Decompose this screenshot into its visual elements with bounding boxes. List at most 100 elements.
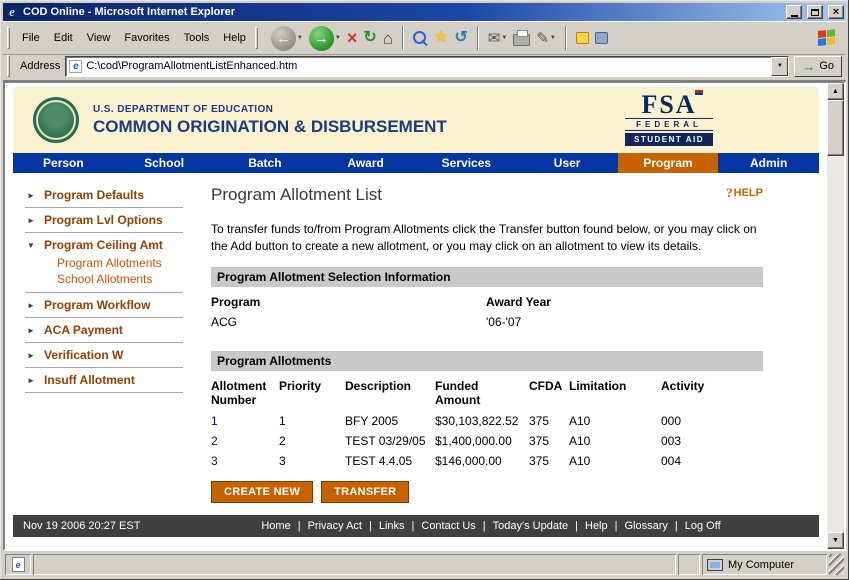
home-icon: ⌂ [383, 30, 393, 47]
mail-button[interactable]: ✉ ▼ [488, 31, 508, 46]
menu-tools[interactable]: Tools [177, 29, 217, 47]
maximize-button[interactable] [807, 5, 823, 19]
sidebar-item-verification-w[interactable]: ► Verification W [25, 343, 183, 368]
discuss-button[interactable] [576, 32, 589, 44]
cell-description: TEST 4.4.05 [345, 451, 435, 471]
primary-nav: Person School Batch Award Services User … [13, 153, 819, 173]
transfer-button[interactable]: TRANSFER [321, 481, 409, 503]
allotment-number-link[interactable]: 2 [211, 434, 218, 448]
ie-application-icon: e [5, 4, 19, 20]
footer-link-contact-us[interactable]: Contact Us [421, 520, 475, 532]
footer-link-links[interactable]: Links [379, 520, 405, 532]
scroll-up-icon: ▲ [832, 88, 839, 95]
sidebar-item-program-lvl-options[interactable]: ► Program Lvl Options [25, 208, 183, 233]
back-dropdown-icon[interactable]: ▼ [297, 35, 303, 41]
forward-dropdown-icon[interactable]: ▼ [335, 35, 341, 41]
sidebar-item-program-ceiling-amt-header[interactable]: ▼ Program Ceiling Amt [27, 238, 183, 252]
status-progress-pane [678, 554, 700, 575]
scroll-thumb[interactable] [827, 100, 844, 156]
vertical-scrollbar[interactable]: ▲ ▼ [827, 83, 844, 549]
collapsed-arrow-icon: ► [27, 301, 40, 310]
security-zone-pane: My Computer [702, 554, 827, 575]
go-button[interactable]: → Go [794, 56, 842, 77]
nav-tab-services[interactable]: Services [416, 153, 517, 173]
dept-name: U.S. DEPARTMENT OF EDUCATION [93, 104, 447, 115]
address-dropdown-icon: ▼ [777, 63, 783, 69]
address-dropdown-button[interactable]: ▼ [771, 57, 788, 76]
search-button[interactable] [413, 31, 428, 46]
scroll-up-button[interactable]: ▲ [827, 83, 844, 100]
history-icon: ↺ [454, 30, 467, 46]
toolbar-grip-2[interactable] [255, 27, 258, 49]
mail-dropdown-icon[interactable]: ▼ [501, 35, 507, 41]
cell-description: BFY 2005 [345, 411, 435, 431]
col-activity: Activity [661, 377, 763, 411]
address-input[interactable]: e C:\cod\ProgramAllotmentListEnhanced.ht… [65, 56, 789, 77]
help-link[interactable]: ? HELP [726, 185, 763, 201]
research-button[interactable] [595, 32, 608, 44]
history-button[interactable]: ↺ [454, 30, 467, 46]
sidebar: ► Program Defaults ► Program Lvl Options [13, 173, 189, 515]
sidebar-subitem-school-allotments[interactable]: School Allotments [57, 271, 183, 287]
footer-link-log-off[interactable]: Log Off [685, 520, 721, 532]
status-page-pane: e [5, 554, 31, 575]
home-button[interactable]: ⌂ [383, 30, 393, 47]
toolbar-grip[interactable] [7, 27, 10, 49]
col-priority: Priority [279, 377, 345, 411]
sidebar-item-program-defaults[interactable]: ► Program Defaults [25, 183, 183, 208]
allotments-section-header: Program Allotments [211, 351, 763, 371]
minimize-button[interactable] [786, 5, 802, 19]
nav-tab-person[interactable]: Person [13, 153, 114, 173]
create-new-button[interactable]: CREATE NEW [211, 481, 313, 503]
refresh-button[interactable]: ↻ [363, 30, 376, 46]
scrollbar-track[interactable] [827, 156, 844, 532]
scroll-down-button[interactable]: ▼ [827, 532, 844, 549]
footer-link-todays-update[interactable]: Today's Update [493, 520, 568, 532]
cell-limitation: A10 [569, 451, 661, 471]
footer-timestamp: Nov 19 2006 20:27 EST [13, 520, 163, 532]
page-icon: e [69, 60, 82, 73]
nav-tab-admin[interactable]: Admin [718, 153, 819, 173]
resize-grip[interactable] [829, 554, 844, 575]
back-button[interactable]: ← ▼ [271, 26, 303, 51]
standard-toolbar: ← ▼ → ▼ × ↻ ⌂ ★ ↺ [271, 26, 844, 51]
favorites-star-icon: ★ [434, 30, 448, 46]
menu-file[interactable]: File [15, 29, 47, 47]
sidebar-item-program-workflow[interactable]: ► Program Workflow [25, 293, 183, 318]
table-header-row: Allotment Number Priority Description Fu… [211, 377, 763, 411]
sidebar-item-insuff-allotment[interactable]: ► Insuff Allotment [25, 368, 183, 393]
collapsed-arrow-icon: ► [27, 191, 40, 200]
address-grip[interactable] [7, 55, 10, 77]
nav-tab-program[interactable]: Program [618, 153, 719, 173]
cell-activity: 003 [661, 431, 763, 451]
cell-activity: 004 [661, 451, 763, 471]
edit-icon: ✎ [536, 31, 549, 46]
research-icon [595, 32, 608, 44]
forward-button[interactable]: → ▼ [309, 26, 341, 51]
edit-dropdown-icon[interactable]: ▼ [550, 35, 556, 41]
allotment-number-link[interactable]: 3 [211, 454, 218, 468]
footer-link-glossary[interactable]: Glossary [624, 520, 667, 532]
stop-button[interactable]: × [347, 29, 358, 47]
menu-help[interactable]: Help [216, 29, 253, 47]
discuss-icon [576, 32, 589, 44]
edit-button[interactable]: ✎ ▼ [536, 31, 556, 46]
menu-view[interactable]: View [80, 29, 118, 47]
menu-favorites[interactable]: Favorites [117, 29, 176, 47]
sidebar-item-aca-payment[interactable]: ► ACA Payment [25, 318, 183, 343]
nav-tab-user[interactable]: User [517, 153, 618, 173]
favorites-button[interactable]: ★ [434, 30, 448, 46]
print-button[interactable] [513, 30, 530, 46]
footer-link-privacy-act[interactable]: Privacy Act [308, 520, 362, 532]
sidebar-menu: ► Program Defaults ► Program Lvl Options [25, 183, 183, 393]
nav-tab-school[interactable]: School [114, 153, 215, 173]
footer-link-home[interactable]: Home [261, 520, 290, 532]
nav-tab-award[interactable]: Award [315, 153, 416, 173]
allotment-number-link[interactable]: 1 [211, 414, 218, 428]
footer-link-help[interactable]: Help [585, 520, 608, 532]
menu-edit[interactable]: Edit [47, 29, 80, 47]
close-button[interactable]: × [828, 5, 844, 19]
nav-tab-batch[interactable]: Batch [215, 153, 316, 173]
program-label: Program [211, 287, 486, 309]
sidebar-subitem-program-allotments[interactable]: Program Allotments [57, 255, 183, 271]
